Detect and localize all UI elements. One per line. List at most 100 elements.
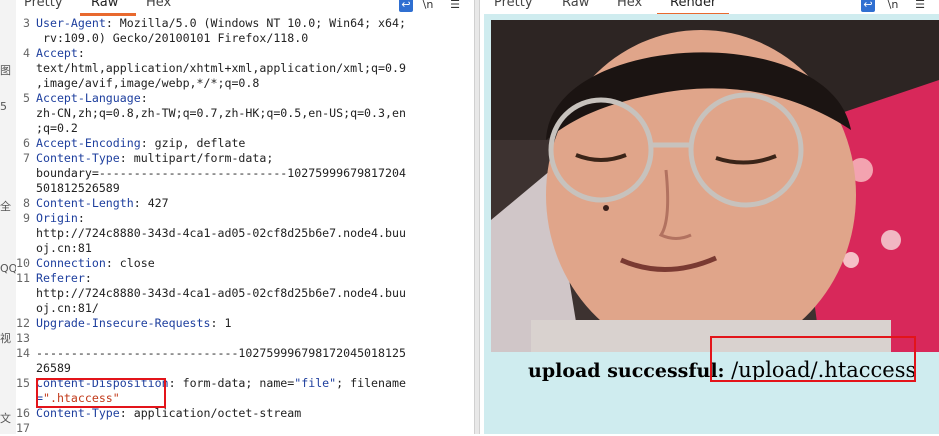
code-text: text/html,application/xhtml+xml,applicat… <box>36 61 406 75</box>
code-text: : close <box>105 256 155 270</box>
response-tab-pretty[interactable]: Pretty <box>494 0 533 10</box>
wrap-icon[interactable]: ↩ <box>399 0 413 12</box>
code-line: -----------------------------10275999679… <box>36 346 406 361</box>
line-number: 12 <box>16 316 30 330</box>
header-key: Connection <box>36 256 106 270</box>
code-text: ,image/avif,image/webp,*/*;q=0.8 <box>36 76 260 90</box>
code-line: 26589 <box>36 361 71 376</box>
code-text: : gzip, deflate <box>140 136 246 150</box>
code-text: : <box>140 91 148 105</box>
code-text: http://724c8880-343d-4ca1-ad05-02cf8d25b… <box>36 286 406 300</box>
newline-icon[interactable]: \n <box>886 0 900 12</box>
code-text: -----------------------------10275999679… <box>36 346 406 360</box>
code-text: : <box>84 271 92 285</box>
header-key: User-Agent <box>36 16 106 30</box>
header-key: Content-Length <box>36 196 134 210</box>
response-tab-raw[interactable]: Raw <box>562 0 589 10</box>
code-text: "file" <box>294 376 337 390</box>
background-app-char: 视 <box>0 332 11 345</box>
response-tab-hex[interactable]: Hex <box>617 0 642 10</box>
code-text: : application/octet-stream <box>119 406 302 420</box>
code-line: boundary=---------------------------1027… <box>36 166 406 181</box>
code-line: ;q=0.2 <box>36 121 78 136</box>
line-number: 10 <box>16 256 30 270</box>
header-key: Referer <box>36 271 85 285</box>
code-line: Origin: <box>36 211 85 226</box>
code-line: Upgrade-Insecure-Requests: 1 <box>36 316 231 331</box>
request-tabbar: Pretty Raw Hex ↩ \n ☰ <box>16 0 474 16</box>
line-number: 14 <box>16 346 30 360</box>
background-app-char: QQ <box>0 262 18 275</box>
code-text: : multipart/form-data; <box>119 151 274 165</box>
background-app-strip: 图 5 全 QQ 视文 <box>0 0 17 434</box>
background-app-char: 图 <box>0 64 11 77</box>
code-line: Referer: <box>36 271 92 286</box>
code-line: rv:109.0) Gecko/20100101 Firefox/118.0 <box>36 31 308 46</box>
code-line: Content-Type: application/octet-stream <box>36 406 301 421</box>
header-key: Upgrade-Insecure-Requests <box>36 316 211 330</box>
request-pane: Pretty Raw Hex ↩ \n ☰ 3 User-Agent: Mozil… <box>16 0 474 435</box>
code-text: oj.cn:81/ <box>36 301 99 315</box>
code-line: Content-Type: multipart/form-data; <box>36 151 273 166</box>
code-text: http://724c8880-343d-4ca1-ad05-02cf8d25b… <box>36 226 406 240</box>
code-text: 26589 <box>36 361 71 375</box>
code-text: ; filename <box>336 376 406 390</box>
code-text: zh-CN,zh;q=0.8,zh-TW;q=0.7,zh-HK;q=0.5,e… <box>36 106 406 120</box>
upload-path-highlight-box <box>710 336 916 382</box>
code-text: : Mozilla/5.0 (Windows NT 10.0; Win64; x… <box>105 16 406 30</box>
rendered-response: upload successful: /upload/.htaccess <box>484 14 939 434</box>
code-line: oj.cn:81 <box>36 241 92 256</box>
line-number: 7 <box>23 151 30 165</box>
line-number: 5 <box>23 91 30 105</box>
code-line: ,image/avif,image/webp,*/*;q=0.8 <box>36 76 259 91</box>
header-key: Accept-Language <box>36 91 141 105</box>
upload-status-label: upload successful: <box>528 360 732 382</box>
header-key: Accept <box>36 46 78 60</box>
header-key: Content-Type <box>36 406 120 420</box>
request-tab-hex[interactable]: Hex <box>146 0 171 10</box>
code-line: http://724c8880-343d-4ca1-ad05-02cf8d25b… <box>36 226 406 241</box>
code-line: Content-Length: 427 <box>36 196 169 211</box>
code-text: boundary=---------------------------1027… <box>36 166 406 180</box>
line-number: 4 <box>23 46 30 60</box>
background-app-char: 文 <box>0 412 11 425</box>
line-number: 15 <box>16 376 30 390</box>
code-text: : 1 <box>210 316 232 330</box>
response-tab-render[interactable]: Render <box>670 0 716 10</box>
request-tab-raw[interactable]: Raw <box>91 0 118 10</box>
menu-icon[interactable]: ☰ <box>913 0 927 12</box>
code-text: 501812526589 <box>36 181 120 195</box>
code-text: : <box>77 46 85 60</box>
background-app-char: 5 <box>0 100 7 113</box>
code-line: 501812526589 <box>36 181 120 196</box>
response-pane: Pretty Raw Hex Render ↩ \n ☰ upload succ… <box>480 0 939 434</box>
code-text: rv:109.0) Gecko/20100101 Firefox/118.0 <box>36 31 309 45</box>
code-line: zh-CN,zh;q=0.8,zh-TW;q=0.7,zh-HK;q=0.5,e… <box>36 106 406 121</box>
line-number: 11 <box>16 271 30 285</box>
code-line: http://724c8880-343d-4ca1-ad05-02cf8d25b… <box>36 286 406 301</box>
code-text: : form-data; name= <box>168 376 295 390</box>
line-number: 6 <box>23 136 30 150</box>
code-text: ;q=0.2 <box>36 121 78 135</box>
filename-highlight-box <box>36 378 166 408</box>
code-line: Accept-Encoding: gzip, deflate <box>36 136 245 151</box>
code-line: Accept-Language: <box>36 91 148 106</box>
header-key: Content-Type <box>36 151 120 165</box>
menu-icon[interactable]: ☰ <box>448 0 462 12</box>
code-line: text/html,application/xhtml+xml,applicat… <box>36 61 406 76</box>
code-text: oj.cn:81 <box>36 241 92 255</box>
newline-icon[interactable]: \n <box>421 0 435 12</box>
line-number: 13 <box>16 331 30 345</box>
background-app-char: 全 <box>0 200 11 213</box>
line-number: 3 <box>23 16 30 30</box>
header-key: Accept-Encoding <box>36 136 141 150</box>
code-text: : <box>77 211 85 225</box>
uploaded-photo <box>491 20 939 352</box>
line-number: 8 <box>23 196 30 210</box>
line-number: 9 <box>23 211 30 225</box>
code-line: Connection: close <box>36 256 155 271</box>
request-tab-pretty[interactable]: Pretty <box>24 0 63 10</box>
code-line: User-Agent: Mozilla/5.0 (Windows NT 10.0… <box>36 16 406 31</box>
code-line: Accept: <box>36 46 85 61</box>
wrap-icon[interactable]: ↩ <box>861 0 875 12</box>
